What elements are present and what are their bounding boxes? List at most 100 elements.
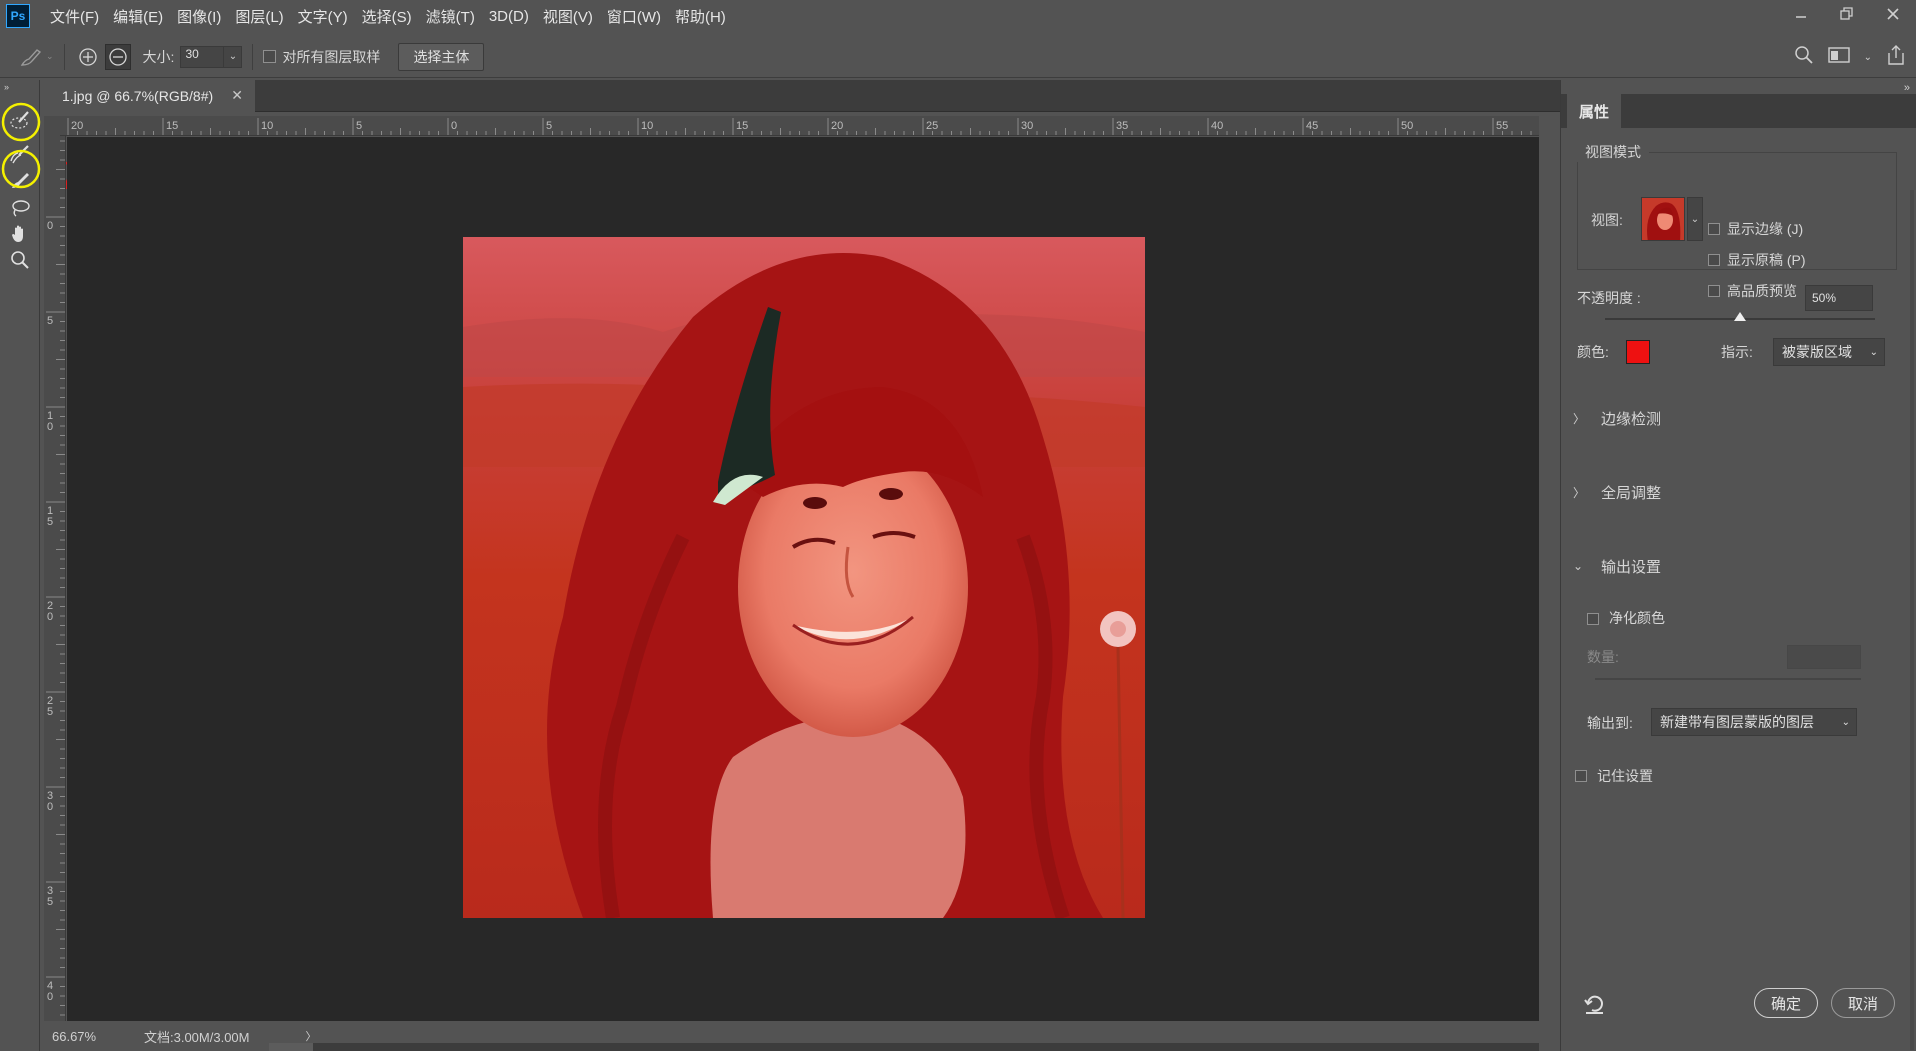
ruler-label: 5 (47, 136, 53, 137)
chevron-right-icon: 〉 (1573, 485, 1586, 500)
opacity-input[interactable]: 50% (1805, 285, 1873, 311)
ruler-label: 30 (1021, 120, 1033, 132)
opacity-slider-knob[interactable] (1734, 312, 1746, 321)
view-label: 视图: (1591, 212, 1623, 228)
chevron-down-icon: ⌄ (1869, 346, 1878, 358)
ruler-label: 15 (166, 120, 178, 132)
tab-properties[interactable]: 属性 (1567, 94, 1622, 128)
ruler-label: 15 (736, 120, 748, 132)
minimize-icon[interactable] (1778, 0, 1824, 28)
vertical-ruler[interactable]: 50510152025303540 (44, 136, 66, 1025)
quick-selection-preset-icon[interactable] (18, 44, 44, 70)
view-thumbnail[interactable] (1641, 197, 1685, 241)
section-edge-detection[interactable]: 〉 边缘检测 (1573, 406, 1661, 430)
workspace-dropdown-icon[interactable]: ⌄ (1864, 52, 1872, 63)
ruler-label: 45 (1306, 120, 1318, 132)
subtract-from-selection-icon[interactable] (104, 43, 131, 70)
horizontal-scrollbar[interactable] (269, 1043, 1539, 1051)
cancel-button[interactable]: 取消 (1831, 988, 1895, 1018)
photoshop-logo: Ps (6, 4, 30, 28)
panel-tab-bar: 属性 (1561, 94, 1916, 128)
menu-layer[interactable]: 图层(L) (235, 6, 283, 27)
separator (63, 43, 65, 70)
ruler-label: 20 (71, 120, 83, 132)
workspace-icon[interactable] (1827, 46, 1850, 68)
menu-bar: Ps 文件(F) 编辑(E) 图像(I) 图层(L) 文字(Y) 选择(S) 滤… (0, 0, 1916, 32)
add-to-selection-icon[interactable] (75, 44, 101, 70)
expand-toolbar-icon[interactable]: » (4, 82, 9, 92)
output-to-value: 新建带有图层蒙版的图层 (1660, 714, 1814, 730)
edge-detection-label: 边缘检测 (1601, 410, 1662, 428)
size-label: 大小: (142, 48, 175, 65)
size-dropdown-icon[interactable]: ⌄ (224, 45, 243, 68)
menu-edit[interactable]: 编辑(E) (113, 6, 163, 27)
output-to-select[interactable]: 新建带有图层蒙版的图层 ⌄ (1651, 708, 1857, 736)
indicate-value: 被蒙版区域 (1782, 344, 1852, 360)
ruler-label: 0 (47, 220, 53, 232)
options-right-group: ⌄ (1794, 36, 1906, 78)
menu-file[interactable]: 文件(F) (50, 6, 99, 27)
collapse-panel-icon[interactable]: » (1904, 82, 1910, 94)
menu-filter[interactable]: 滤镜(T) (426, 6, 475, 27)
ruler-label: 25 (926, 120, 938, 132)
menu-select[interactable]: 选择(S) (362, 6, 412, 27)
menu-3d[interactable]: 3D(D) (489, 8, 529, 25)
amount-slider (1595, 678, 1861, 680)
ruler-label: 10 (641, 120, 653, 132)
reset-icon[interactable] (1581, 990, 1609, 1018)
sample-all-layers-checkbox[interactable] (263, 50, 277, 63)
close-tab-icon[interactable]: ✕ (231, 87, 243, 104)
view-mode-title: 视图模式 (1577, 142, 1649, 162)
horizontal-ruler[interactable]: 20 15 10 5 0 5 10 15 20 25 30 35 40 45 50 55 (60, 116, 1539, 136)
ruler-label: 5 (47, 706, 53, 718)
indicate-select[interactable]: 被蒙版区域 ⌄ (1773, 338, 1885, 366)
chevron-right-icon: 〉 (1573, 411, 1586, 426)
output-settings-label: 输出设置 (1601, 558, 1662, 576)
ruler-label: 50 (1401, 120, 1413, 132)
panel-scrollbar[interactable] (1910, 190, 1914, 1050)
menu-image[interactable]: 图像(I) (177, 6, 221, 27)
zoom-tool-icon[interactable] (6, 246, 34, 274)
hand-tool-icon[interactable] (6, 220, 34, 248)
menu-window[interactable]: 窗口(W) (607, 6, 661, 27)
overlay-color-swatch[interactable] (1626, 340, 1650, 364)
remember-settings-checkbox[interactable] (1575, 770, 1587, 782)
show-edge-checkbox[interactable] (1708, 223, 1720, 235)
menu-view[interactable]: 视图(V) (543, 6, 593, 27)
ruler-label: 5 (356, 120, 362, 132)
portrait-photo-with-mask-overlay (463, 237, 1145, 918)
options-bar: ⌄ 大小: 30 ⌄ 对所有图层取样 选择主体 ⌄ (0, 36, 1916, 78)
global-refine-label: 全局调整 (1601, 484, 1662, 502)
restore-icon[interactable] (1824, 0, 1870, 28)
scrollbar-thumb[interactable] (269, 1043, 313, 1051)
hq-preview-checkbox[interactable] (1708, 285, 1720, 297)
ok-button[interactable]: 确定 (1754, 988, 1818, 1018)
status-menu-icon[interactable]: 〉 (306, 1028, 317, 1044)
section-output-settings[interactable]: ⌄ 输出设置 (1573, 554, 1661, 578)
properties-panel: » 属性 视图模式 视图: ⌄ 显示边缘 (J) 显示原稿 (P) 高品质预览 … (1560, 80, 1916, 1051)
search-icon[interactable] (1794, 45, 1814, 69)
close-icon[interactable] (1870, 0, 1916, 28)
decontaminate-checkbox[interactable] (1587, 613, 1599, 625)
decontaminate-label: 净化颜色 (1609, 610, 1665, 626)
show-original-checkbox[interactable] (1708, 254, 1720, 266)
ruler-label: 0 (47, 611, 53, 623)
share-icon[interactable] (1886, 44, 1906, 70)
ruler-label: 5 (47, 516, 53, 528)
ruler-label: 5 (47, 896, 53, 908)
section-global-refine[interactable]: 〉 全局调整 (1573, 480, 1661, 504)
zoom-level[interactable]: 66.67% (44, 1029, 104, 1044)
canvas-image[interactable] (463, 237, 1145, 918)
amount-label: 数量: (1587, 649, 1619, 665)
preset-dropdown-icon[interactable]: ⌄ (46, 51, 54, 62)
document-tab-bar: 1.jpg @ 66.7%(RGB/8#) ✕ (40, 80, 1560, 112)
view-mode-dropdown-icon[interactable]: ⌄ (1687, 197, 1703, 241)
tools-panel: » (0, 80, 40, 1051)
canvas-area[interactable] (67, 137, 1539, 1021)
menu-help[interactable]: 帮助(H) (675, 6, 726, 27)
document-tab[interactable]: 1.jpg @ 66.7%(RGB/8#) ✕ (40, 80, 255, 112)
view-thumbnail-image (1642, 198, 1684, 240)
size-input[interactable]: 30 (180, 45, 225, 68)
menu-type[interactable]: 文字(Y) (298, 6, 348, 27)
select-subject-button[interactable]: 选择主体 (398, 42, 485, 71)
